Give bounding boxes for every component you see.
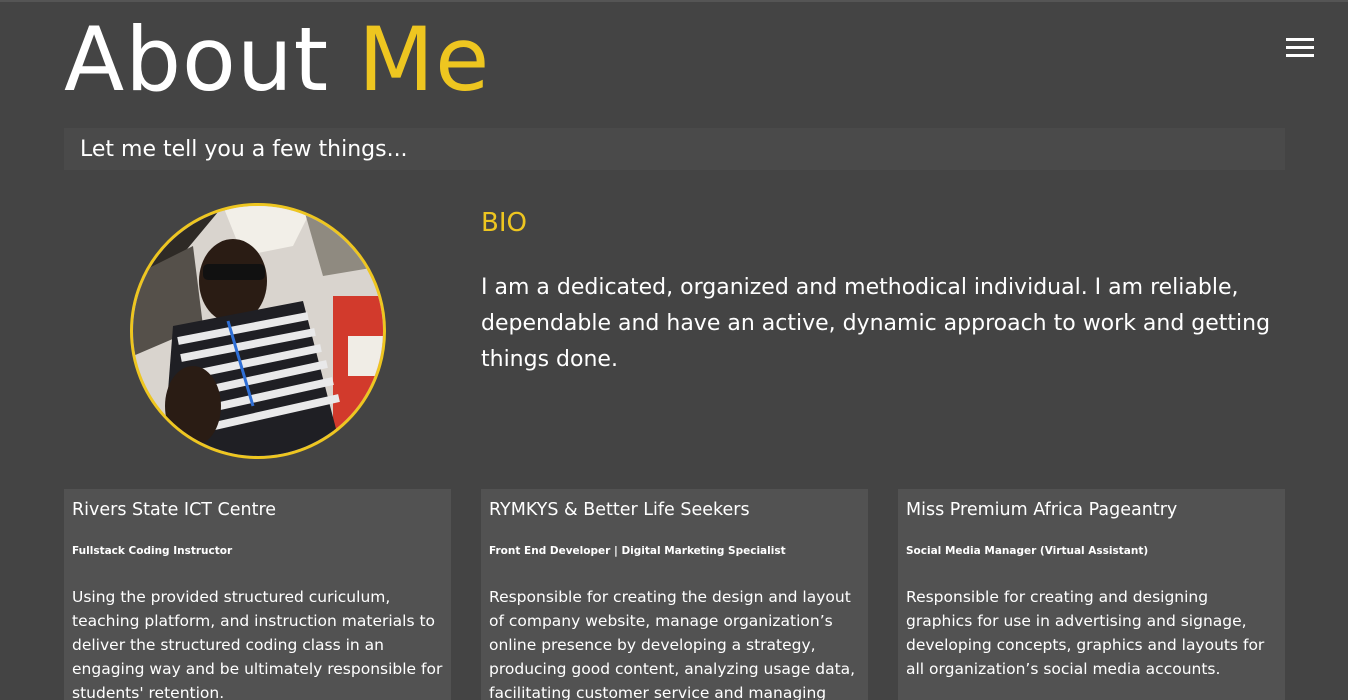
- card-description: Responsible for creating and designing g…: [906, 588, 1265, 678]
- card-description: Using the provided structured curiculum,…: [72, 588, 443, 700]
- experience-card: Rivers State ICT Centre Fullstack Coding…: [64, 489, 451, 700]
- page-title: About Me: [64, 16, 490, 104]
- card-description: Responsible for creating the design and …: [489, 588, 856, 700]
- card-company: Rivers State ICT Centre: [72, 500, 277, 520]
- experience-card: RYMKYS & Better Life Seekers Front End D…: [481, 489, 868, 700]
- hamburger-menu-icon[interactable]: [1286, 38, 1314, 60]
- card-role: Front End Developer | Digital Marketing …: [489, 545, 786, 557]
- bio-text: I am a dedicated, organized and methodic…: [481, 275, 1271, 372]
- about-page: About Me Let me tell you a few things...…: [0, 0, 1348, 700]
- profile-avatar: [130, 203, 386, 459]
- card-role: Fullstack Coding Instructor: [72, 545, 233, 557]
- experience-card: Miss Premium Africa Pageantry Social Med…: [898, 489, 1285, 700]
- bio-heading: BIO: [481, 208, 527, 238]
- card-company: Miss Premium Africa Pageantry: [906, 500, 1178, 520]
- card-role: Social Media Manager (Virtual Assistant): [906, 545, 1149, 557]
- title-accent: Me: [358, 8, 491, 111]
- card-company: RYMKYS & Better Life Seekers: [489, 500, 750, 520]
- page-subtitle: Let me tell you a few things...: [64, 128, 1285, 170]
- title-main: About: [64, 8, 330, 111]
